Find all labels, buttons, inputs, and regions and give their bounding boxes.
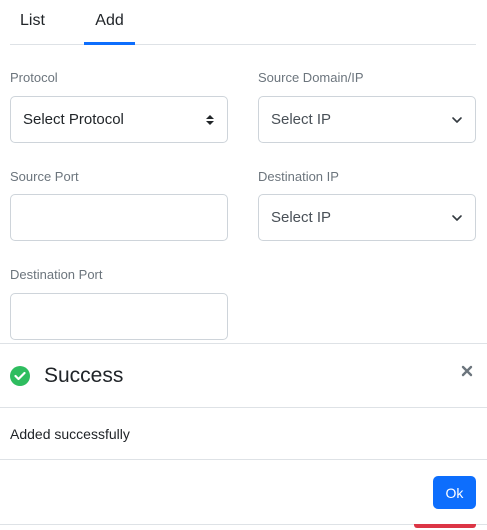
chevron-down-icon — [452, 116, 462, 123]
modal-header: Success — [0, 344, 487, 408]
modal-footer: Ok — [0, 459, 487, 530]
sort-caret-icon — [205, 114, 215, 125]
tab-add[interactable]: Add — [84, 12, 135, 45]
destination-ip-select[interactable]: Select IP — [258, 194, 476, 241]
destination-port-label: Destination Port — [10, 267, 103, 282]
source-port-label: Source Port — [10, 169, 79, 184]
tab-list[interactable]: List — [20, 12, 45, 30]
source-port-input[interactable] — [10, 194, 228, 241]
tab-bar: List Add — [10, 0, 476, 45]
chevron-down-icon — [452, 214, 462, 221]
modal-title: Success — [44, 364, 124, 387]
source-domain-label: Source Domain/IP — [258, 70, 364, 85]
modal-message: Added successfully — [10, 426, 130, 442]
close-icon[interactable] — [459, 363, 475, 379]
check-circle-icon — [10, 366, 30, 386]
protocol-select[interactable]: Select Protocol — [10, 96, 228, 143]
source-domain-select-value: Select IP — [271, 111, 332, 128]
protocol-select-value: Select Protocol — [23, 111, 124, 128]
destination-port-input[interactable] — [10, 293, 228, 340]
destination-ip-label: Destination IP — [258, 169, 339, 184]
ok-button[interactable]: Ok — [433, 476, 476, 509]
success-modal: Success Added successfully Ok — [0, 343, 487, 529]
source-domain-select[interactable]: Select IP — [258, 96, 476, 143]
hidden-danger-button-edge — [414, 524, 476, 528]
destination-ip-select-value: Select IP — [271, 209, 332, 226]
protocol-label: Protocol — [10, 70, 58, 85]
